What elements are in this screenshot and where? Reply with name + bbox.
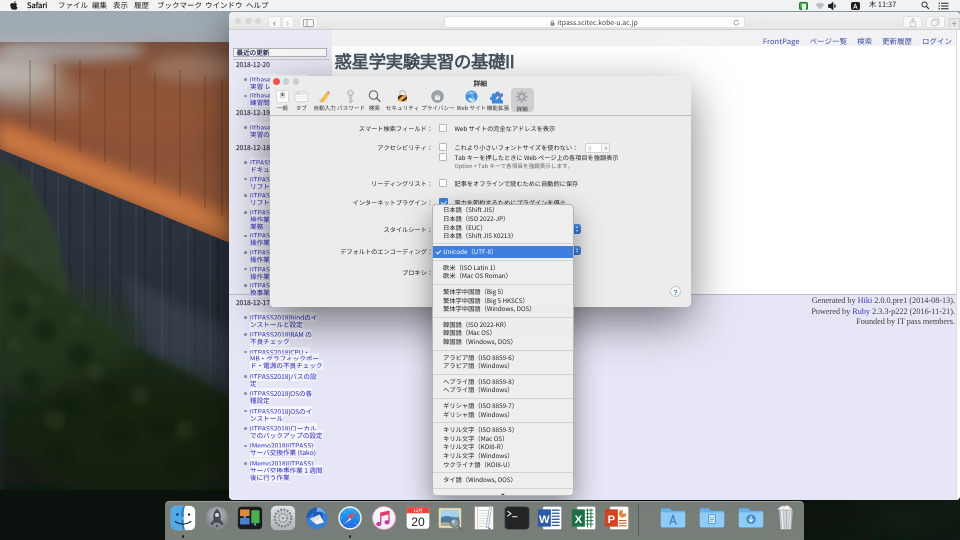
svg-text:P: P [607,514,615,526]
svg-text:12月: 12月 [413,508,422,514]
svg-text:20: 20 [411,515,425,529]
svg-text:X: X [574,514,582,526]
svg-text:W: W [539,514,550,526]
